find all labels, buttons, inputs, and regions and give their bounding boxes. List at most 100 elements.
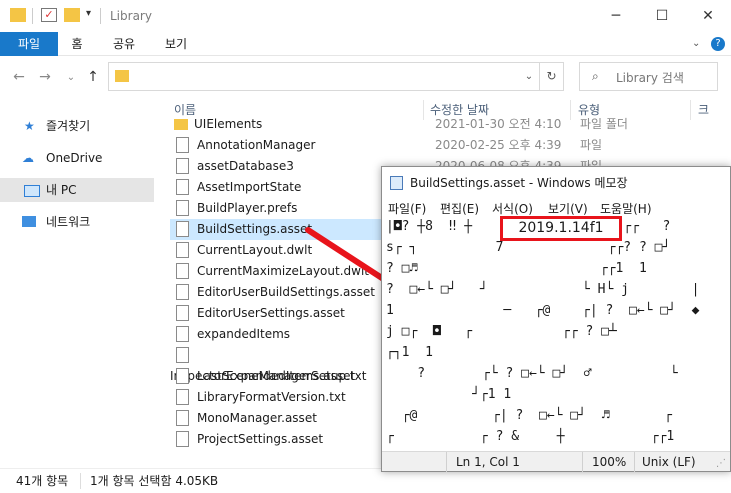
list-item[interactable]: LastSceneManagerSetup.txt <box>170 366 382 387</box>
file-icon <box>176 262 189 279</box>
list-item[interactable]: EditorUserSettings.asset <box>170 303 382 324</box>
file-icon <box>176 241 189 258</box>
folder-icon <box>10 8 26 22</box>
list-item[interactable]: CurrentLayout.dwlt <box>170 240 382 261</box>
navigation-pane: ★ 즐겨찾기 ☁ OneDrive 내 PC 네트워크 <box>0 98 160 468</box>
text-line: 1 ─ ┌@ <box>386 303 551 318</box>
list-item[interactable]: InspectorExpandedItems.asset <box>170 345 382 383</box>
chevron-down-icon[interactable]: ▾ <box>86 8 91 19</box>
divider <box>80 473 81 489</box>
chevron-down-icon[interactable]: ⌄ <box>692 38 700 49</box>
text-line: ┌┐1 1 <box>386 345 433 360</box>
back-arrow-icon[interactable]: ← <box>8 66 30 88</box>
file-icon <box>176 178 189 195</box>
refresh-icon[interactable]: ↻ <box>539 63 563 90</box>
help-icon[interactable]: ? <box>711 37 725 51</box>
list-item[interactable]: MonoManager.asset <box>170 408 382 429</box>
file-icon <box>176 157 189 174</box>
sidebar-item-onedrive[interactable]: ☁ OneDrive <box>0 146 154 170</box>
notepad-text-area[interactable]: |◘? ┼8 ‼ ┼ s┌ ┐ 7 ? □♬ ? □←└ □┘ ┘ 1 ─ ┌@… <box>382 219 730 451</box>
sidebar-item-network[interactable]: 네트워크 <box>0 210 154 234</box>
list-item[interactable]: EditorUserBuildSettings.asset <box>170 282 382 303</box>
divider <box>690 100 691 120</box>
text-line: ┌┌ ? □┴ <box>562 324 617 339</box>
title-bar: ✓ ▾ Library ─ ☐ ✕ <box>0 0 731 32</box>
text-line: ┌ ┌ ? & <box>386 429 520 444</box>
text-line: └ H└ j | <box>582 282 700 297</box>
menu-file[interactable]: 파일(F) <box>388 199 426 219</box>
pc-icon <box>24 185 40 197</box>
address-dropdown-icon[interactable]: ⌄ <box>519 63 539 90</box>
resize-grip-icon[interactable]: ⋰ <box>716 454 726 474</box>
version-highlight-box: 2019.1.14f1 <box>500 216 622 241</box>
column-header-size[interactable]: 크 <box>698 98 709 122</box>
tab-file[interactable]: 파일 <box>0 32 58 56</box>
star-icon: ★ <box>24 119 35 133</box>
divider <box>634 452 635 472</box>
new-folder-icon[interactable] <box>64 8 80 22</box>
zoom-level: 100% <box>592 455 627 469</box>
list-item[interactable]: LibraryFormatVersion.txt <box>170 387 382 408</box>
tab-share[interactable]: 공유 <box>104 32 144 56</box>
list-item[interactable]: expandedItems <box>170 324 382 345</box>
notepad-title-bar: BuildSettings.asset - Windows 메모장 <box>382 167 730 199</box>
text-line: ┌@ <box>386 408 418 423</box>
network-icon <box>22 216 36 227</box>
maximize-button[interactable]: ☐ <box>639 0 685 32</box>
close-button[interactable]: ✕ <box>685 0 731 32</box>
item-count: 41개 항목 <box>16 474 69 488</box>
file-date: 2020-02-25 오후 4:39 <box>435 138 562 152</box>
file-icon <box>176 346 189 363</box>
file-date: 2021-01-30 오전 4:10 <box>435 117 562 131</box>
folder-icon <box>115 70 129 82</box>
list-item[interactable]: CurrentMaximizeLayout.dwlt <box>170 261 382 282</box>
menu-edit[interactable]: 편집(E) <box>440 199 479 219</box>
list-item[interactable]: UIElements <box>170 114 382 135</box>
notepad-title: BuildSettings.asset - Windows 메모장 <box>410 176 628 190</box>
text-line: ┌┌1 1 <box>592 261 647 276</box>
tab-view[interactable]: 보기 <box>156 32 196 56</box>
list-item-selected[interactable]: BuildSettings.asset <box>170 219 382 240</box>
properties-icon[interactable]: ✓ <box>41 8 57 22</box>
divider <box>570 100 571 120</box>
list-item[interactable]: BuildPlayer.prefs <box>170 198 382 219</box>
sort-up-icon: ^ <box>296 98 304 104</box>
text-line: ┌└ ? □←└ □┘ ♂ └ <box>482 366 678 381</box>
notepad-status-bar: Ln 1, Col 1 100% Unix (LF) ⋰ <box>382 451 730 474</box>
text-line: ┌┌? ? □┘ <box>592 240 671 255</box>
list-item[interactable]: assetDatabase3 <box>170 156 382 177</box>
search-placeholder: Library 검색 <box>616 71 684 85</box>
file-icon <box>176 430 189 447</box>
line-ending: Unix (LF) <box>642 455 696 469</box>
cloud-icon: ☁ <box>22 151 34 165</box>
file-icon <box>176 409 189 426</box>
text-line: ┌| ? □←└ □┘ ◆ <box>582 303 700 318</box>
sidebar-item-label: 내 PC <box>46 183 77 197</box>
divider <box>100 8 101 24</box>
forward-arrow-icon[interactable]: → <box>34 66 56 88</box>
text-line: ┘┌1 1 <box>386 387 512 402</box>
address-bar[interactable]: ⌄ ↻ <box>108 62 564 91</box>
cursor-position: Ln 1, Col 1 <box>456 455 520 469</box>
sidebar-item-label: OneDrive <box>46 151 103 165</box>
text-file-icon <box>176 367 189 384</box>
text-line: ┌| ? □←└ □┘ ♬ ┌ <box>492 408 673 423</box>
sidebar-item-label: 즐겨찾기 <box>46 119 91 133</box>
list-item[interactable]: AssetImportState <box>170 177 382 198</box>
ribbon-tabs: 파일 홈 공유 보기 ⌄ ? <box>0 32 731 56</box>
text-line: |◘? ┼8 ‼ ┼ <box>386 219 473 234</box>
list-item[interactable]: ProjectSettings.asset <box>170 429 382 450</box>
up-arrow-icon[interactable]: ↑ <box>82 66 104 88</box>
search-input[interactable]: ⌕ Library 검색 <box>579 62 718 91</box>
list-item[interactable]: AnnotationManager <box>170 135 382 156</box>
file-icon <box>176 283 189 300</box>
tab-home[interactable]: 홈 <box>60 32 94 56</box>
file-icon <box>176 304 189 321</box>
sidebar-item-pc[interactable]: 내 PC <box>0 178 154 202</box>
minimize-button[interactable]: ─ <box>593 0 639 32</box>
divider <box>582 452 583 472</box>
sidebar-item-favorites[interactable]: ★ 즐겨찾기 <box>0 114 154 138</box>
recent-chevron-icon[interactable]: ⌄ <box>60 66 82 88</box>
divider <box>446 452 447 472</box>
notepad-window: BuildSettings.asset - Windows 메모장 파일(F) … <box>381 166 731 472</box>
